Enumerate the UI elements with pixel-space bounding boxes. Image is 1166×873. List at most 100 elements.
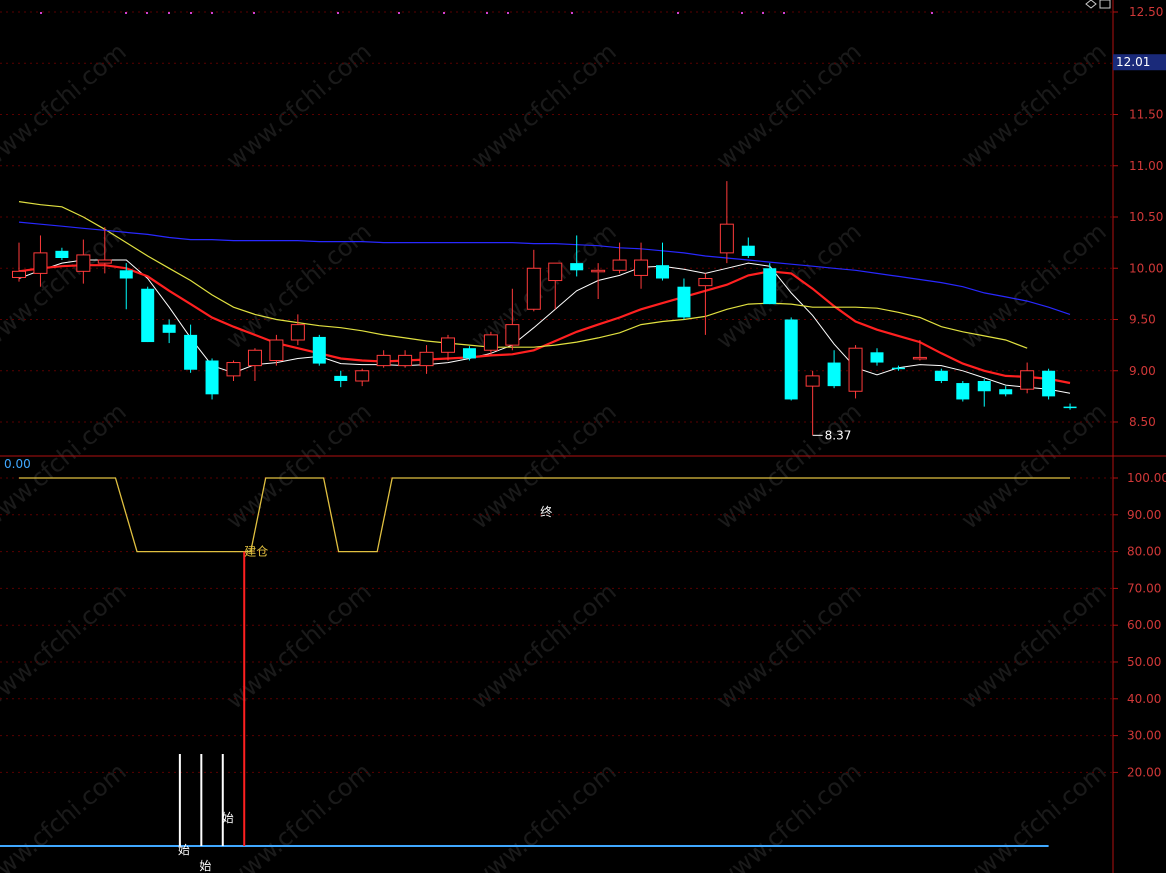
indicator-tick-label: 70.00: [1127, 581, 1161, 595]
indicator-tick-label: 30.00: [1127, 729, 1161, 743]
candle-body: [441, 337, 455, 353]
current-price-label: 12.01: [1116, 55, 1150, 69]
candle-body: [226, 362, 241, 377]
candle-body: [698, 278, 713, 287]
candle: [763, 263, 777, 305]
start-label: 始: [199, 859, 211, 873]
candle-body: [1063, 406, 1077, 409]
candle-body: [462, 348, 476, 359]
candle-body: [12, 270, 26, 278]
candle-body: [656, 265, 669, 279]
indicator-tick-label: 60.00: [1127, 618, 1161, 632]
indicator-tick-label: 50.00: [1127, 655, 1161, 669]
top-dot: [571, 12, 573, 14]
price-tick-label: 11.00: [1129, 159, 1163, 173]
top-dot: [486, 12, 488, 14]
candle: [848, 345, 863, 399]
top-dot: [741, 12, 743, 14]
stock-chart: www.cfchi.com www.cfchi.com www.cfchi.com w…: [0, 0, 1166, 873]
candle: [1042, 368, 1056, 400]
candle-body: [162, 324, 176, 333]
low-marker-label: 8.37: [825, 428, 852, 442]
candle: [141, 286, 155, 343]
start-label: 始: [178, 843, 190, 857]
candle-body: [505, 324, 520, 346]
candle-body: [141, 288, 155, 343]
top-dot: [398, 12, 400, 14]
top-dot: [125, 12, 127, 14]
price-tick-label: 10.50: [1129, 210, 1163, 224]
candle-body: [312, 336, 326, 364]
candle: [205, 358, 219, 400]
candle-body: [247, 349, 262, 367]
candle: [784, 317, 798, 401]
candle-body: [891, 367, 905, 370]
candle-body: [548, 262, 563, 282]
candle-body: [526, 267, 541, 310]
candle-body: [119, 270, 133, 279]
price-tick-label: 9.00: [1129, 364, 1156, 378]
candle-body: [205, 360, 219, 395]
top-dot: [190, 12, 192, 14]
candle: [934, 368, 948, 384]
top-dot: [146, 12, 148, 14]
candle-body: [334, 375, 348, 381]
indicator-value-label: 0.00: [4, 457, 31, 471]
candle-body: [956, 383, 970, 400]
candle-body: [355, 370, 370, 382]
price-tick-label: 10.00: [1129, 261, 1163, 275]
top-dot: [677, 12, 679, 14]
price-tick-label: 12.50: [1129, 5, 1163, 19]
candle-body: [805, 375, 820, 387]
candle-body: [591, 269, 606, 273]
candle-body: [848, 347, 863, 392]
candle-body: [376, 354, 391, 367]
price-tick-label: 9.50: [1129, 313, 1156, 327]
candle-body: [269, 339, 284, 361]
candle-body: [612, 259, 627, 271]
candle-body: [1042, 370, 1056, 397]
indicator-tick-label: 100.00: [1127, 471, 1166, 485]
top-dot: [168, 12, 170, 14]
indicator-tick-label: 40.00: [1127, 692, 1161, 706]
candle-body: [763, 268, 777, 305]
candle: [462, 346, 476, 361]
candle-body: [55, 250, 69, 258]
top-dot: [762, 12, 764, 14]
candle-body: [999, 389, 1013, 395]
candle-body: [677, 286, 691, 318]
build-position-label: 建仓: [244, 545, 268, 559]
candle-body: [912, 356, 927, 360]
top-dot: [507, 12, 509, 14]
candle-body: [934, 370, 948, 381]
candle: [956, 381, 970, 402]
candle-body: [1020, 370, 1035, 390]
start-label: 始: [222, 811, 234, 825]
candle-body: [419, 351, 434, 367]
candle-body: [784, 319, 798, 400]
price-tick-label: 11.50: [1129, 108, 1163, 122]
top-dot: [40, 12, 42, 14]
candle: [312, 334, 326, 366]
candle-body: [290, 324, 305, 341]
candle-body: [97, 259, 112, 264]
candle-body: [33, 252, 48, 274]
candle-body: [719, 223, 734, 254]
candle-body: [634, 259, 649, 276]
indicator-tick-label: 20.00: [1127, 765, 1161, 779]
top-dot: [783, 12, 785, 14]
candle-body: [870, 352, 884, 363]
top-dot: [337, 12, 339, 14]
candle-body: [76, 254, 91, 272]
top-dot: [211, 12, 213, 14]
candle-body: [827, 362, 841, 387]
candle-body: [977, 381, 991, 392]
top-dot: [931, 12, 933, 14]
end-label: 终: [540, 504, 552, 519]
top-dot: [443, 12, 445, 14]
candle-body: [398, 354, 413, 367]
candle-body: [184, 334, 198, 370]
price-tick-label: 8.50: [1129, 415, 1156, 429]
indicator-tick-label: 80.00: [1127, 545, 1161, 559]
top-dot: [253, 12, 255, 14]
